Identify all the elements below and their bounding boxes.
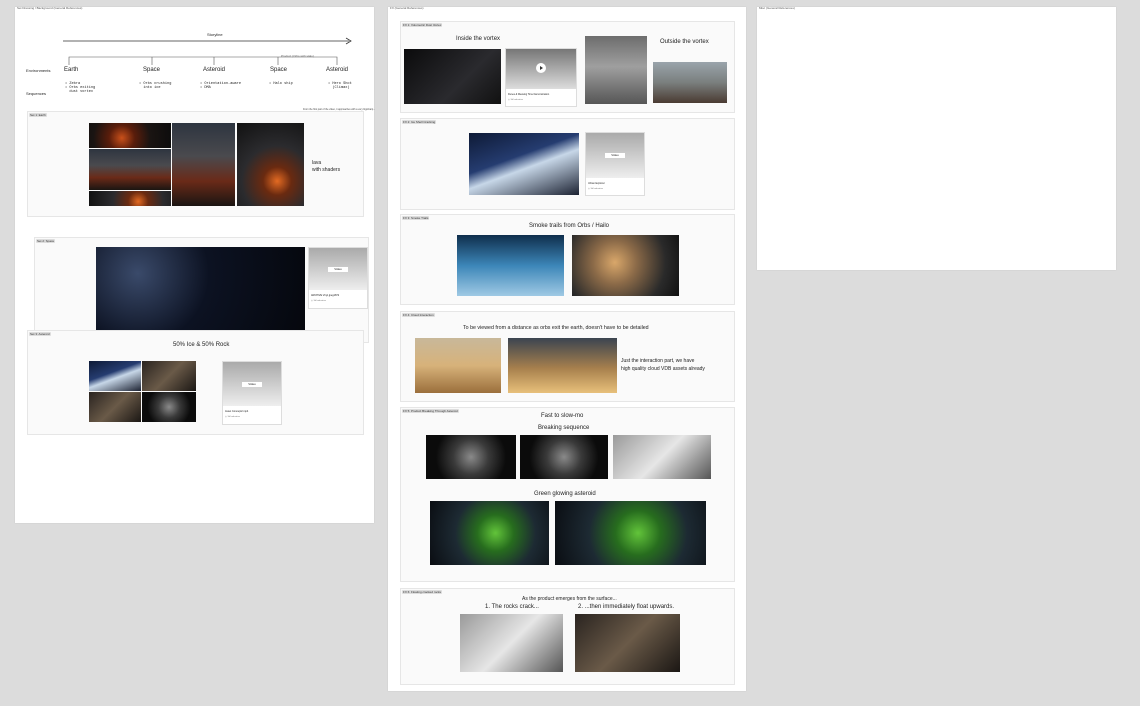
breaking-image-1[interactable] xyxy=(426,435,516,479)
cloud-image-1[interactable] xyxy=(415,338,501,393)
breaking-image-3[interactable] xyxy=(613,435,711,479)
section-tag: FX 5: Product Breaking Through Asteroid xyxy=(402,409,459,413)
volcano-image[interactable] xyxy=(172,123,235,206)
section-vortex[interactable]: FX 1: Volumetric Dust Vortex Inside the … xyxy=(400,21,735,113)
cloud-note: Just the interaction part, we have high … xyxy=(621,358,705,372)
ice-peak-image[interactable] xyxy=(89,361,141,391)
inside-vortex-label: Inside the vortex xyxy=(456,36,501,42)
lava-image-3[interactable] xyxy=(89,191,171,206)
video-title: Asset Concept2.mp4 xyxy=(225,410,249,413)
vortex-dark-image[interactable] xyxy=(404,49,501,104)
video-button[interactable]: Video xyxy=(242,382,262,387)
earth-caption: lava with shaders xyxy=(312,160,341,173)
breaking-sub1: Breaking sequence xyxy=(538,425,590,431)
breaking-image-2[interactable] xyxy=(520,435,608,479)
section-tag: FX 6: Floating cracked rocks xyxy=(402,590,443,594)
tornado-image[interactable] xyxy=(653,62,727,103)
video-card[interactable]: Video Urban Explorer ◎ 3d Industries xyxy=(585,132,645,196)
section-tag: FX 2: Ice Shell Cracking xyxy=(402,120,437,124)
product-note: Product (Orbs with Halo) xyxy=(281,54,314,58)
board-title: FX (General References) xyxy=(390,6,424,10)
video-title: ARCHIVE Vinyl.jpeg1872 xyxy=(311,294,340,297)
storyline-arrow xyxy=(63,37,352,45)
green-asteroid-image-2[interactable] xyxy=(555,501,706,565)
video-card[interactable]: Dunes & Weaving Time Demonstration ◎ 3d … xyxy=(505,48,577,107)
section-earth[interactable]: Set 1: Earth lava with shaders xyxy=(27,111,364,217)
section-cloud[interactable]: FX 4: Cloud Interaction To be viewed fro… xyxy=(400,311,735,402)
section-ice[interactable]: FX 2: Ice Shell Cracking Video Urban Exp… xyxy=(400,118,735,210)
board-set-dressing[interactable]: Set Dressing / Background (General Refer… xyxy=(15,6,375,523)
cloud-title: To be viewed from a distance as orbs exi… xyxy=(463,325,649,331)
section-tag: Set 1: Earth xyxy=(29,113,47,117)
rock-image-3[interactable] xyxy=(142,392,196,422)
video-title: Dunes & Weaving Time Demonstration xyxy=(508,93,550,96)
section-tag: FX 3: Smoke Trails xyxy=(402,216,430,220)
breaking-title: Fast to slow-mo xyxy=(541,413,584,419)
rocks-step1: 1. The rocks crack... xyxy=(485,604,539,610)
lava-image-1[interactable] xyxy=(89,123,171,148)
board-title: Set Dressing / Background (General Refer… xyxy=(17,6,83,10)
section-floating-rocks[interactable]: FX 6: Floating cracked rocks As the prod… xyxy=(400,588,735,685)
video-title: Urban Explorer xyxy=(588,182,605,185)
section-tag: Set 2: Space xyxy=(36,239,56,243)
lava-image-2[interactable] xyxy=(89,149,171,190)
video-button[interactable]: Video xyxy=(605,153,625,158)
smoke-trail-image-2[interactable] xyxy=(572,235,679,296)
section-space[interactable]: Set 2: Space Video ARCHIVE Vinyl.jpeg187… xyxy=(34,237,369,343)
lava-image-4[interactable] xyxy=(237,123,304,206)
section-breaking[interactable]: FX 5: Product Breaking Through Asteroid … xyxy=(400,407,735,582)
stage-asteroid-1: Asteroid xyxy=(203,67,226,73)
stage-space-2: Space xyxy=(270,67,288,73)
rocks-step2: 2. ...then immediately float upwards. xyxy=(578,604,675,610)
row-environments: Environments xyxy=(26,68,51,73)
storyline-label: Storyline xyxy=(207,32,223,37)
stage-space-1: Space xyxy=(143,67,161,73)
rocks-title: As the product emerges from the surface.… xyxy=(522,596,617,602)
seq-space-1: • Orbs crushing into ice xyxy=(139,82,172,90)
floating-rock-image[interactable] xyxy=(575,614,680,672)
board-fx[interactable]: FX (General References) FX 1: Volumetric… xyxy=(388,6,746,691)
asteroid-title: 50% Ice & 50% Rock xyxy=(173,342,230,348)
video-sub: ◎ 3d Industries xyxy=(311,300,327,302)
video-sub: ◎ 3d Industries xyxy=(508,99,524,101)
board-misc[interactable]: Misc (General References) xyxy=(757,6,1116,270)
video-button[interactable]: Video xyxy=(328,267,348,272)
section-tag: FX 4: Cloud Interaction xyxy=(402,313,435,317)
space-collage-image[interactable] xyxy=(96,247,305,335)
section-asteroid[interactable]: Set 3: Asteroid 50% Ice & 50% Rock Video… xyxy=(27,330,364,435)
seq-asteroid-2: • Hero Shot (Climax) xyxy=(328,82,352,90)
video-card[interactable]: Video Asset Concept2.mp4 ◎ 3d Industries xyxy=(222,361,282,425)
section-tag: Set 3: Asteroid xyxy=(29,332,51,336)
section-smoke[interactable]: FX 3: Smoke Trails Smoke trails from Orb… xyxy=(400,214,735,305)
board-title: Misc (General References) xyxy=(759,6,795,10)
dust-city-image[interactable] xyxy=(585,36,647,104)
green-asteroid-image-1[interactable] xyxy=(430,501,549,565)
cracked-rock-image[interactable] xyxy=(460,614,563,672)
rock-image-2[interactable] xyxy=(89,392,141,422)
outside-vortex-label: Outside the vortex xyxy=(660,39,709,45)
seq-earth: • Zebra • Orbs exiting dust vortex xyxy=(65,82,96,94)
seq-asteroid-1: • Orientation-aware • DMA xyxy=(200,82,241,90)
smoke-trail-image-1[interactable] xyxy=(457,235,564,296)
video-sub: ◎ 3d Industries xyxy=(225,416,241,418)
seq-space-2: • Halo ship xyxy=(269,82,293,86)
video-card[interactable]: Video ARCHIVE Vinyl.jpeg1872 ◎ 3d Indust… xyxy=(308,247,368,309)
cloud-image-2[interactable] xyxy=(508,338,617,393)
breaking-sub2: Green glowing asteroid xyxy=(534,491,596,497)
ice-mountain-image[interactable] xyxy=(469,133,579,195)
stage-asteroid-2: Asteroid xyxy=(326,67,349,73)
video-sub: ◎ 3d Industries xyxy=(588,188,604,190)
stage-earth: Earth xyxy=(64,67,79,73)
section-tag: FX 1: Volumetric Dust Vortex xyxy=(402,23,443,27)
rock-image-1[interactable] xyxy=(142,361,196,391)
smoke-title: Smoke trails from Orbs / Hailo xyxy=(529,223,610,229)
row-sequences: Sequences xyxy=(26,91,47,96)
